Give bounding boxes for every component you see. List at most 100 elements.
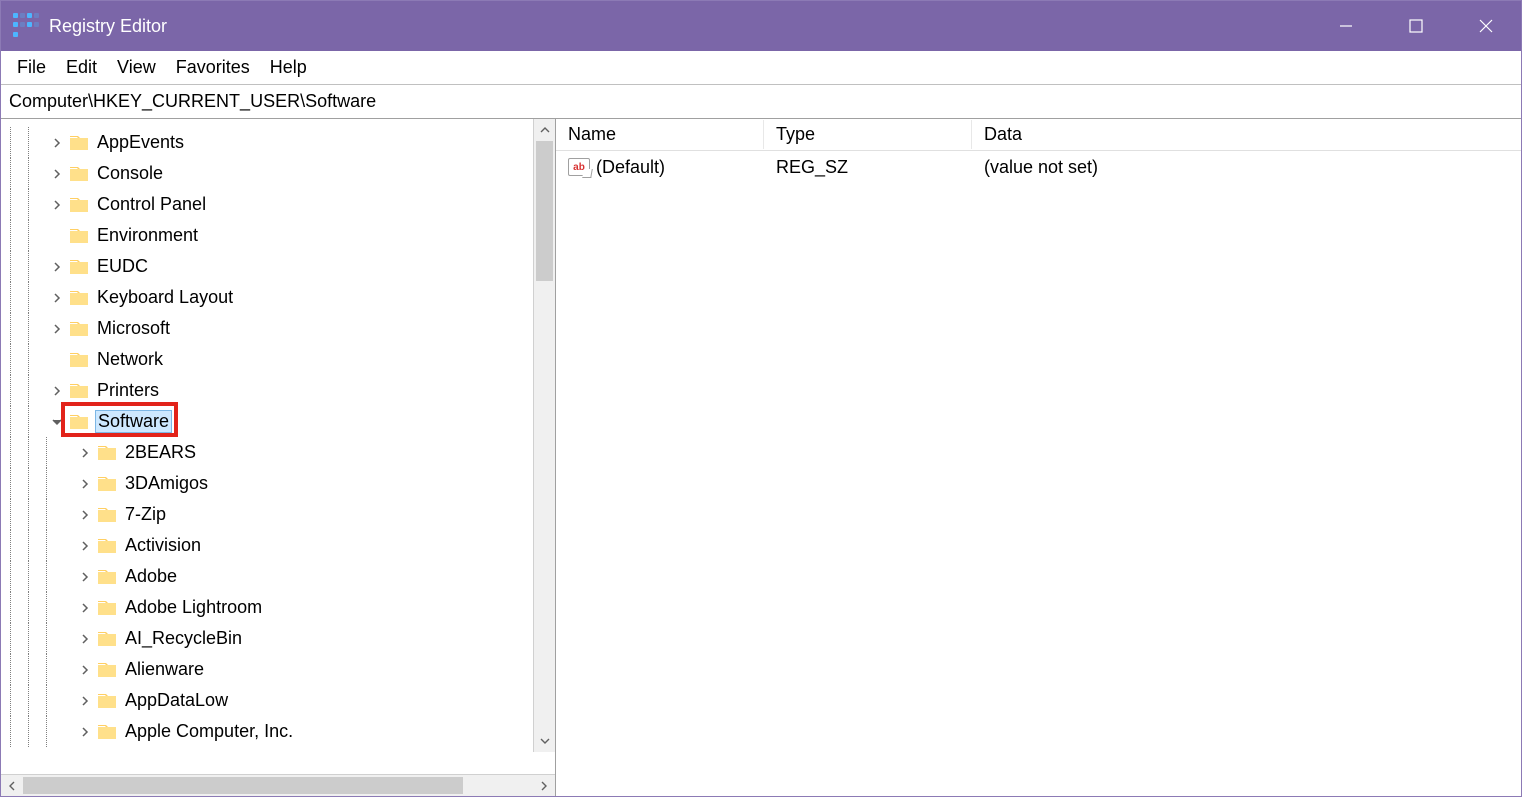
tree-label[interactable]: Console [95, 163, 165, 184]
chevron-right-icon[interactable] [49, 135, 65, 151]
folder-icon [69, 134, 89, 151]
minimize-button[interactable] [1311, 1, 1381, 51]
tree-label[interactable]: Control Panel [95, 194, 208, 215]
tree-label[interactable]: AppDataLow [123, 690, 230, 711]
tree-item-printers[interactable]: Printers [1, 375, 555, 406]
folder-icon [97, 692, 117, 709]
tree-label[interactable]: Software [95, 410, 172, 433]
tree-item-eudc[interactable]: EUDC [1, 251, 555, 282]
tree-label[interactable]: 3DAmigos [123, 473, 210, 494]
chevron-right-icon[interactable] [77, 724, 93, 740]
tree-vertical-scrollbar[interactable] [533, 119, 555, 752]
tree-item-console[interactable]: Console [1, 158, 555, 189]
tree-label[interactable]: 7-Zip [123, 504, 168, 525]
tree-item-software[interactable]: Software [1, 406, 555, 437]
menu-edit[interactable]: Edit [56, 54, 107, 81]
chevron-right-icon[interactable] [49, 166, 65, 182]
tree-item-control-panel[interactable]: Control Panel [1, 189, 555, 220]
tree-label[interactable]: Network [95, 349, 165, 370]
expander-none [49, 228, 65, 244]
chevron-right-icon[interactable] [77, 631, 93, 647]
scroll-track[interactable] [534, 141, 555, 730]
tree-label[interactable]: AI_RecycleBin [123, 628, 244, 649]
chevron-right-icon[interactable] [77, 569, 93, 585]
tree-item-activision[interactable]: Activision [1, 530, 555, 561]
tree-item-appdatalow[interactable]: AppDataLow [1, 685, 555, 716]
tree-item-keyboard-layout[interactable]: Keyboard Layout [1, 282, 555, 313]
tree-item-adobe-lightroom[interactable]: Adobe Lightroom [1, 592, 555, 623]
chevron-right-icon[interactable] [49, 321, 65, 337]
tree-label[interactable]: 2BEARS [123, 442, 198, 463]
folder-icon [97, 661, 117, 678]
menu-favorites[interactable]: Favorites [166, 54, 260, 81]
menu-file[interactable]: File [7, 54, 56, 81]
hscroll-thumb[interactable] [23, 777, 463, 794]
folder-icon [69, 227, 89, 244]
close-button[interactable] [1451, 1, 1521, 51]
tree-item-appevents[interactable]: AppEvents [1, 127, 555, 158]
tree-item-environment[interactable]: Environment [1, 220, 555, 251]
hscroll-track[interactable] [23, 775, 533, 796]
tree-item-alienware[interactable]: Alienware [1, 654, 555, 685]
chevron-down-icon[interactable] [49, 414, 65, 430]
folder-icon [69, 413, 89, 430]
folder-icon [97, 723, 117, 740]
folder-icon [97, 599, 117, 616]
expander-none [49, 352, 65, 368]
column-type[interactable]: Type [764, 120, 972, 149]
chevron-right-icon[interactable] [49, 259, 65, 275]
tree-label[interactable]: Alienware [123, 659, 206, 680]
window-title: Registry Editor [49, 16, 167, 37]
tree-label[interactable]: AppEvents [95, 132, 186, 153]
tree-item-adobe[interactable]: Adobe [1, 561, 555, 592]
scroll-left-button[interactable] [1, 775, 23, 797]
tree-item-7-zip[interactable]: 7-Zip [1, 499, 555, 530]
column-name[interactable]: Name [556, 120, 764, 149]
titlebar[interactable]: Registry Editor [1, 1, 1521, 51]
folder-icon [69, 289, 89, 306]
chevron-right-icon[interactable] [77, 600, 93, 616]
folder-icon [97, 506, 117, 523]
scroll-right-button[interactable] [533, 775, 555, 797]
tree-label[interactable]: Adobe Lightroom [123, 597, 264, 618]
tree-item-microsoft[interactable]: Microsoft [1, 313, 555, 344]
address-bar[interactable]: Computer\HKEY_CURRENT_USER\Software [1, 85, 1521, 119]
chevron-right-icon[interactable] [77, 507, 93, 523]
tree-label[interactable]: Apple Computer, Inc. [123, 721, 295, 742]
tree-label[interactable]: Printers [95, 380, 161, 401]
chevron-right-icon[interactable] [77, 662, 93, 678]
tree-label[interactable]: Environment [95, 225, 200, 246]
tree-item-ai-recyclebin[interactable]: AI_RecycleBin [1, 623, 555, 654]
chevron-right-icon[interactable] [49, 383, 65, 399]
tree-label[interactable]: Adobe [123, 566, 179, 587]
maximize-button[interactable] [1381, 1, 1451, 51]
menu-view[interactable]: View [107, 54, 166, 81]
value-type: REG_SZ [764, 155, 972, 180]
tree-item-apple-computer-inc-[interactable]: Apple Computer, Inc. [1, 716, 555, 747]
scroll-down-button[interactable] [534, 730, 555, 752]
folder-icon [69, 165, 89, 182]
chevron-right-icon[interactable] [49, 290, 65, 306]
tree-horizontal-scrollbar[interactable] [1, 774, 555, 796]
chevron-right-icon[interactable] [77, 476, 93, 492]
value-name: (Default) [596, 157, 665, 178]
scroll-thumb[interactable] [536, 141, 553, 281]
tree-label[interactable]: Microsoft [95, 318, 172, 339]
value-data: (value not set) [972, 155, 1521, 180]
value-row[interactable]: ab(Default)REG_SZ(value not set) [556, 151, 1521, 183]
values-list[interactable]: ab(Default)REG_SZ(value not set) [556, 151, 1521, 183]
menu-help[interactable]: Help [260, 54, 317, 81]
tree-label[interactable]: EUDC [95, 256, 150, 277]
chevron-right-icon[interactable] [49, 197, 65, 213]
chevron-right-icon[interactable] [77, 693, 93, 709]
scroll-up-button[interactable] [534, 119, 555, 141]
tree-item-3damigos[interactable]: 3DAmigos [1, 468, 555, 499]
chevron-right-icon[interactable] [77, 445, 93, 461]
tree-label[interactable]: Keyboard Layout [95, 287, 235, 308]
chevron-right-icon[interactable] [77, 538, 93, 554]
tree-label[interactable]: Activision [123, 535, 203, 556]
tree-body[interactable]: AppEvents Console Control Panel Environment… [1, 119, 555, 774]
tree-item-2bears[interactable]: 2BEARS [1, 437, 555, 468]
column-data[interactable]: Data [972, 120, 1511, 149]
tree-item-network[interactable]: Network [1, 344, 555, 375]
